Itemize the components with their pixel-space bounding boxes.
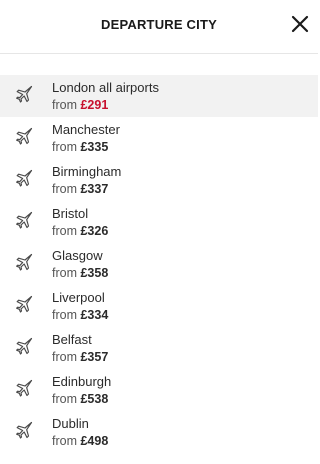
list-item[interactable]: Edinburgh from £538 [0, 369, 318, 411]
price-line: from £334 [52, 308, 108, 322]
price-value: £326 [80, 224, 109, 238]
city-name: Belfast [52, 332, 92, 347]
price-line: from £358 [52, 266, 108, 280]
price-value: £357 [80, 350, 109, 364]
price-line: from £326 [52, 224, 108, 238]
price-value: £498 [80, 434, 109, 448]
from-label: from [52, 98, 77, 112]
price-value: £538 [80, 392, 109, 406]
list-item[interactable]: Glasgow from £358 [0, 243, 318, 285]
list-item[interactable]: Bristol from £326 [0, 201, 318, 243]
from-label: from [52, 434, 77, 448]
close-icon [291, 15, 309, 33]
city-name: Birmingham [52, 164, 122, 179]
price-value: £337 [80, 182, 109, 196]
from-label: from [52, 182, 77, 196]
price-value: £358 [80, 266, 109, 280]
airplane-icon [14, 336, 34, 356]
city-name: Liverpool [52, 290, 105, 305]
airplane-icon [14, 210, 34, 230]
price-line: from £498 [52, 434, 108, 448]
price-line: from £335 [52, 140, 108, 154]
departure-city-list: London all airports from £291 Manchester… [0, 75, 318, 453]
price-line: from £291 [52, 98, 108, 112]
airplane-icon [14, 126, 34, 146]
list-item[interactable]: Manchester from £335 [0, 117, 318, 159]
list-item[interactable]: Belfast from £357 [0, 327, 318, 369]
from-label: from [52, 224, 77, 238]
city-name: Dublin [52, 416, 89, 431]
list-item[interactable]: Liverpool from £334 [0, 285, 318, 327]
airplane-icon [14, 252, 34, 272]
from-label: from [52, 140, 77, 154]
city-name: Manchester [52, 122, 120, 137]
price-line: from £337 [52, 182, 108, 196]
city-name: Edinburgh [52, 374, 112, 389]
list-item[interactable]: Dublin from £498 [0, 411, 318, 453]
from-label: from [52, 392, 77, 406]
price-value: £291 [80, 98, 109, 112]
price-value: £335 [80, 140, 109, 154]
list-item[interactable]: London all airports from £291 [0, 75, 318, 117]
from-label: from [52, 350, 77, 364]
price-line: from £538 [52, 392, 108, 406]
page-title: DEPARTURE CITY [101, 17, 217, 32]
city-name: Glasgow [52, 248, 103, 263]
close-button[interactable] [291, 15, 309, 33]
list-item[interactable]: Birmingham from £337 [0, 159, 318, 201]
price-value: £334 [80, 308, 109, 322]
airplane-icon [14, 168, 34, 188]
from-label: from [52, 266, 77, 280]
airplane-icon [14, 378, 34, 398]
airplane-icon [14, 84, 34, 104]
airplane-icon [14, 294, 34, 314]
from-label: from [52, 308, 77, 322]
dialog-header: DEPARTURE CITY [0, 0, 318, 54]
price-line: from £357 [52, 350, 108, 364]
airplane-icon [14, 420, 34, 440]
city-name: Bristol [52, 206, 89, 221]
city-name: London all airports [52, 80, 159, 95]
